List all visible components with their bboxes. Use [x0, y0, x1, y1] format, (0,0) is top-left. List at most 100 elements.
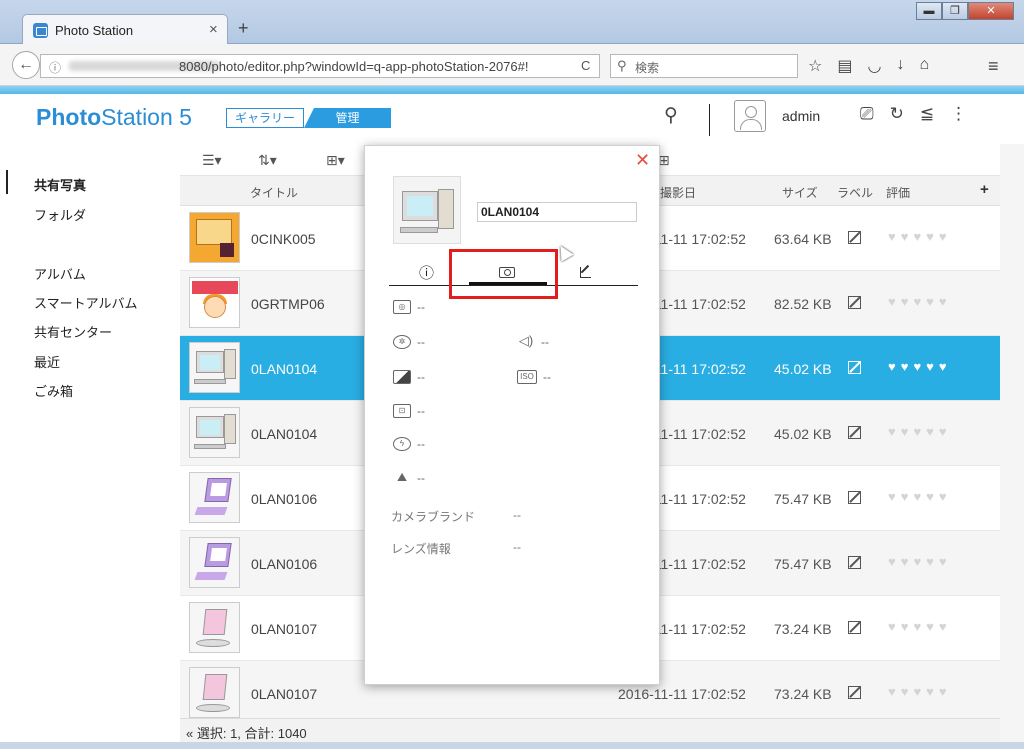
username[interactable]: admin: [782, 108, 820, 124]
row-size: 75.47 KB: [774, 556, 832, 572]
column-date[interactable]: 撮影日: [660, 184, 696, 201]
row-title: 0GRTMP06: [251, 296, 325, 312]
sidebar-item-folders[interactable]: フォルダ: [34, 205, 86, 224]
more-options-icon[interactable]: ⋮: [950, 104, 967, 124]
label-edit-icon[interactable]: [848, 621, 861, 634]
task-queue-icon[interactable]: ≦: [920, 104, 934, 124]
window-bottom-edge: [0, 742, 1024, 749]
address-bar[interactable]: ⓘ 8080/photo/editor.php?windowId=q-app-p…: [40, 54, 600, 78]
popup-thumbnail: [393, 176, 461, 244]
browser-search-input[interactable]: ⚲ 検索: [610, 54, 798, 78]
sidebar-item-albums[interactable]: アルバム: [34, 264, 86, 283]
column-size[interactable]: サイズ: [782, 184, 818, 201]
browser-menu-icon[interactable]: ≡: [988, 56, 999, 77]
minimize-button[interactable]: ▬: [916, 2, 942, 20]
tab-title: Photo Station: [55, 23, 134, 38]
row-title: 0LAN0107: [251, 686, 318, 702]
label-edit-icon[interactable]: [848, 231, 861, 244]
manage-tab[interactable]: 管理: [304, 108, 391, 128]
home-icon[interactable]: ⌂: [919, 56, 929, 76]
sidebar-item-smart-albums[interactable]: スマートアルバム: [34, 293, 137, 312]
photo-thumbnail: [189, 667, 240, 718]
row-title: 0CINK005: [251, 231, 316, 247]
site-info-icon[interactable]: ⓘ: [49, 59, 61, 76]
add-column-button[interactable]: +: [980, 181, 989, 198]
sort-icon[interactable]: ⇅▾: [258, 152, 277, 169]
photo-info-popup: ✕ ⓘ ◎ -- ✲ -- ◁) -- -- ISO -- ⊡ -- ϟ -- ⛰ -- カメ…: [364, 145, 660, 685]
rating-hearts[interactable]: ♥♥♥♥♥: [888, 684, 952, 699]
tab-close-button[interactable]: ×: [209, 21, 218, 38]
label-edit-icon[interactable]: [848, 361, 861, 374]
exif-value: --: [417, 335, 425, 349]
rating-hearts[interactable]: ♥♥♥♥♥: [888, 424, 952, 439]
label-edit-icon[interactable]: [848, 491, 861, 504]
search-placeholder: 検索: [635, 61, 660, 75]
user-avatar[interactable]: [734, 100, 766, 132]
download-icon[interactable]: ↓: [896, 56, 904, 76]
rating-hearts[interactable]: ♥♥♥♥♥: [888, 229, 952, 244]
edit-tab-icon[interactable]: [580, 265, 591, 282]
row-size: 82.52 KB: [774, 296, 832, 312]
filename-field[interactable]: [477, 202, 637, 222]
label-edit-icon[interactable]: [848, 296, 861, 309]
label-edit-icon[interactable]: [848, 686, 861, 699]
column-title[interactable]: タイトル: [250, 184, 298, 201]
back-button[interactable]: ←: [12, 51, 40, 79]
rating-hearts[interactable]: ♥♥♥♥♥: [888, 359, 952, 374]
camera-brand-label: カメラブランド: [391, 510, 476, 524]
app-search-icon[interactable]: ⚲: [664, 104, 678, 127]
url-text: 8080/photo/editor.php?windowId=q-app-pho…: [179, 59, 529, 74]
rating-hearts[interactable]: ♥♥♥♥♥: [888, 294, 952, 309]
gallery-tab[interactable]: ギャラリー: [226, 108, 304, 128]
rating-hearts[interactable]: ♥♥♥♥♥: [888, 619, 952, 634]
photo-thumbnail: [189, 602, 240, 653]
reading-list-icon[interactable]: ▤: [837, 56, 852, 76]
add-icon[interactable]: ⊞▾: [326, 152, 345, 169]
label-edit-icon[interactable]: [848, 556, 861, 569]
column-label[interactable]: ラベル: [837, 184, 873, 201]
new-tab-button[interactable]: +: [238, 18, 249, 39]
exif-shutter: ◁) --: [517, 334, 549, 349]
header-divider: [709, 104, 710, 136]
mode-switch: ギャラリー 管理: [226, 108, 391, 128]
row-size: 45.02 KB: [774, 426, 832, 442]
sidebar-active-indicator: [6, 170, 8, 194]
exif-value: --: [543, 370, 551, 384]
reload-icon[interactable]: C: [581, 58, 590, 73]
label-edit-icon[interactable]: [848, 426, 861, 439]
info-tab-icon[interactable]: ⓘ: [419, 262, 434, 283]
lens-info-label: レンズ情報: [391, 542, 451, 556]
row-size: 73.24 KB: [774, 621, 832, 637]
scrollbar[interactable]: [1000, 144, 1024, 749]
row-title: 0LAN0104: [251, 426, 318, 442]
view-mode-icon[interactable]: ☰▾: [202, 152, 222, 169]
sidebar-item-sharing-center[interactable]: 共有センター: [34, 322, 112, 341]
browser-tab[interactable]: Photo Station ×: [22, 14, 228, 45]
camera-icon: ◎: [393, 300, 411, 314]
sidebar-item-shared-photos[interactable]: 共有写真: [34, 175, 86, 194]
exif-value: --: [417, 370, 425, 384]
sidebar-item-trash[interactable]: ごみ箱: [34, 381, 73, 400]
lens-info-value: --: [513, 540, 521, 554]
exif-camera-model: ◎ --: [393, 300, 425, 314]
browser-navbar: ← ⓘ 8080/photo/editor.php?windowId=q-app…: [0, 44, 1024, 86]
rating-hearts[interactable]: ♥♥♥♥♥: [888, 554, 952, 569]
row-size: 45.02 KB: [774, 361, 832, 377]
highlight-annotation-box: [449, 249, 558, 299]
cast-icon[interactable]: ⎚: [860, 104, 874, 124]
iso-icon: ISO: [517, 370, 537, 384]
row-title: 0LAN0104: [251, 361, 318, 377]
bookmark-star-icon[interactable]: ☆: [808, 56, 822, 76]
exif-exposure: --: [393, 370, 425, 384]
exif-iso: ISO --: [517, 370, 551, 384]
popup-close-icon[interactable]: ✕: [635, 150, 650, 171]
pocket-icon[interactable]: ◡: [867, 56, 881, 76]
maximize-button[interactable]: ❐: [942, 2, 968, 20]
sidebar-item-recent[interactable]: 最近: [34, 352, 60, 371]
column-rating[interactable]: 評価: [886, 184, 910, 201]
rating-hearts[interactable]: ♥♥♥♥♥: [888, 489, 952, 504]
refresh-icon[interactable]: ↻: [890, 104, 904, 124]
exif-metering: ⊡ --: [393, 404, 425, 418]
close-window-button[interactable]: ✕: [968, 2, 1014, 20]
photostation-favicon-icon: [33, 23, 48, 38]
